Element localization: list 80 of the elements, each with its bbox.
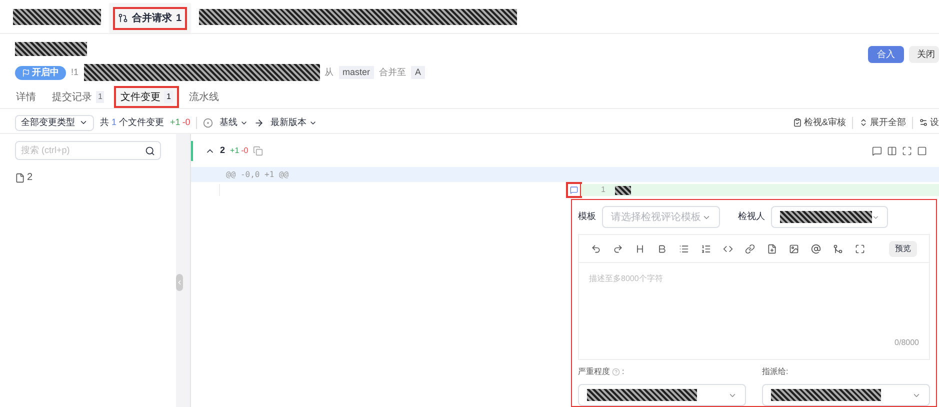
comment-icon xyxy=(570,186,578,194)
hunk-header: @@ -0,0 +1 @@ xyxy=(191,167,939,182)
view-tab[interactable]: 提交记录 1 xyxy=(46,86,110,108)
redacted-block xyxy=(615,186,632,194)
tab-label: 提交记录 xyxy=(52,90,92,104)
split-view-icon[interactable] xyxy=(887,146,897,156)
change-type-dropdown[interactable]: 全部变更类型 xyxy=(15,114,94,130)
branch-icon[interactable] xyxy=(833,244,843,254)
search-icon xyxy=(145,146,156,156)
tab-label: 合并请求 xyxy=(132,11,172,26)
reviewer-label: 检视人 xyxy=(738,210,765,224)
at-sign-icon[interactable] xyxy=(811,244,821,254)
view-tab[interactable]: 流水线 xyxy=(182,86,225,108)
version-dropdown[interactable]: 最新版本 xyxy=(270,116,318,130)
tab-label: 流水线 xyxy=(188,90,219,104)
list-icon[interactable] xyxy=(679,244,689,254)
file-icon xyxy=(15,172,25,182)
fullscreen-icon[interactable] xyxy=(902,146,912,156)
severity-label: 严重程度 xyxy=(578,366,610,378)
tab-label: 文件变更 xyxy=(120,90,160,104)
change-summary: 共 1 个文件变更 xyxy=(100,116,164,129)
panel-icon[interactable] xyxy=(917,146,927,156)
line-number: 1 xyxy=(601,184,606,196)
removed-count: -0 xyxy=(182,116,190,129)
arrow-right-icon xyxy=(254,118,264,128)
view-tab[interactable]: 详情 xyxy=(10,86,42,108)
merge-label: 合并至 xyxy=(379,66,406,79)
diff-file-name: 2 xyxy=(220,144,226,158)
template-label: 模板 xyxy=(578,210,596,224)
base-dropdown[interactable]: 基线 xyxy=(219,116,248,130)
label-colon: : xyxy=(622,366,624,378)
removed-count: -0 xyxy=(241,145,248,157)
tab-count: 1 xyxy=(176,12,182,26)
comment-icon[interactable] xyxy=(872,146,882,156)
request-id: !1 xyxy=(71,66,79,79)
file-item[interactable]: 2 xyxy=(15,170,162,185)
dropdown-field[interactable] xyxy=(578,384,746,406)
merge-button[interactable]: 合入 xyxy=(868,46,904,63)
added-count: +1 xyxy=(230,145,240,157)
close-button[interactable]: 关闭 xyxy=(909,46,939,63)
undo-icon[interactable] xyxy=(591,244,601,254)
toolbar-icon xyxy=(859,118,868,127)
view-tab[interactable]: 文件变更 1 xyxy=(114,86,179,108)
link-icon[interactable] xyxy=(745,244,755,254)
status-badge: 开启中 xyxy=(15,66,66,80)
redacted-block xyxy=(15,42,87,56)
toolbar-button[interactable]: 展开全部 xyxy=(859,116,906,130)
pull-request-icon xyxy=(118,13,128,23)
circle-icon xyxy=(203,118,214,128)
branch-tag: A xyxy=(411,66,426,80)
file-plus-icon[interactable] xyxy=(767,244,777,254)
redo-icon[interactable] xyxy=(613,244,623,254)
dropdown-field[interactable] xyxy=(762,384,930,406)
ordered-list-icon[interactable] xyxy=(701,244,711,254)
preview-button[interactable]: 预览 xyxy=(889,240,917,256)
char-counter: 0/8000 xyxy=(894,337,919,349)
heading-icon[interactable] xyxy=(635,244,645,254)
tab-count: 1 xyxy=(164,91,173,103)
toolbar-icon xyxy=(792,118,802,127)
from-label: 从 xyxy=(324,66,334,79)
help-icon xyxy=(612,368,620,376)
toolbar-icon xyxy=(919,118,928,127)
dropdown-field[interactable] xyxy=(771,206,888,228)
collapse-handle[interactable] xyxy=(176,274,184,291)
flag-icon xyxy=(22,68,30,76)
toolbar-button[interactable]: 检视&审核 xyxy=(792,116,846,130)
page-tab[interactable]: 合并请求 1 xyxy=(109,3,191,33)
image-icon[interactable] xyxy=(789,244,799,254)
tab-label: 详情 xyxy=(16,90,36,104)
fullscreen-icon[interactable] xyxy=(855,244,865,254)
added-count: +1 xyxy=(170,116,180,129)
add-comment-button[interactable] xyxy=(568,184,580,196)
assignee-label: 指派给: xyxy=(762,366,790,378)
caret-icon xyxy=(79,118,88,127)
toolbar-button[interactable]: 设 xyxy=(919,116,939,130)
branch-tag: master xyxy=(338,66,374,80)
tab-count: 1 xyxy=(96,91,104,103)
bold-icon[interactable] xyxy=(657,244,667,254)
code-icon[interactable] xyxy=(723,244,733,254)
chevron-left-icon xyxy=(176,279,184,286)
